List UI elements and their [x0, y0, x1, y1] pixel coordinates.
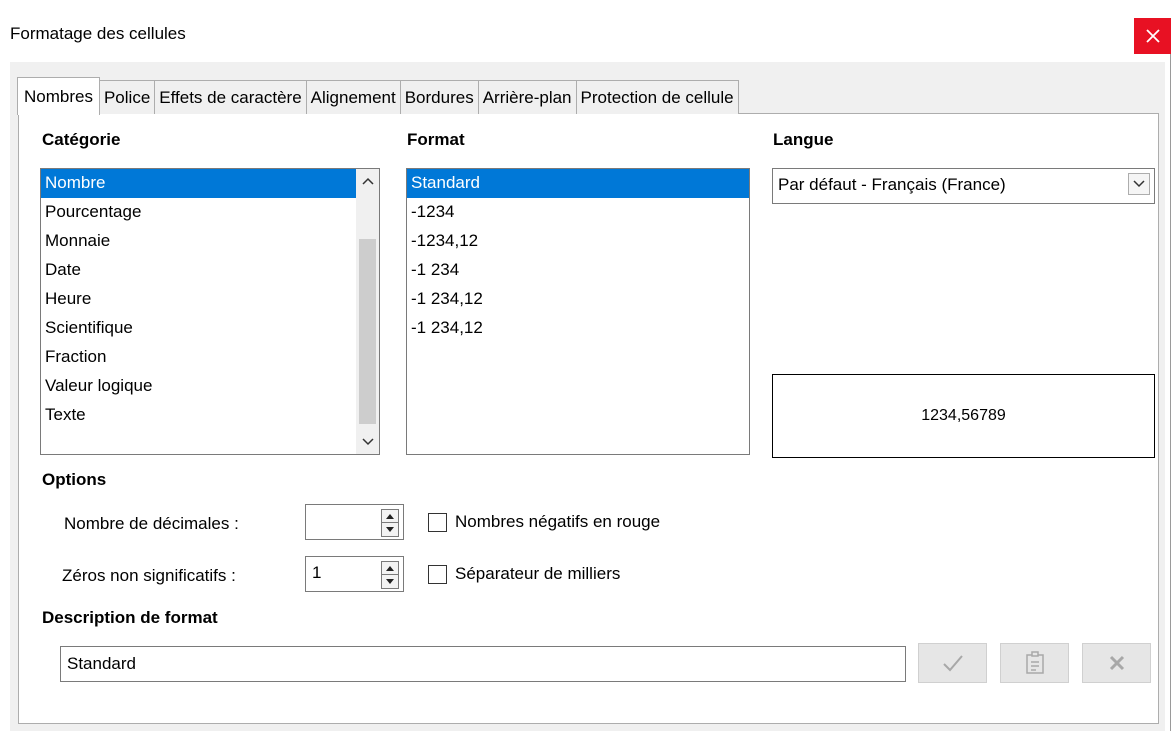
category-scrollbar[interactable]: [356, 169, 379, 454]
category-listbox[interactable]: Nombre Pourcentage Monnaie Date Heure Sc…: [40, 168, 380, 455]
language-select[interactable]: Par défaut - Français (France): [772, 168, 1155, 204]
title-bar[interactable]: Formatage des cellules: [0, 0, 1171, 54]
format-code-input[interactable]: Standard: [60, 646, 906, 682]
delete-icon: [1109, 655, 1124, 671]
spin-up-icon[interactable]: [382, 562, 398, 575]
category-item[interactable]: Nombre: [41, 169, 379, 198]
thousands-separator-option[interactable]: Séparateur de milliers: [428, 564, 620, 584]
format-listbox[interactable]: Standard -1234 -1234,12 -1 234 -1 234,12…: [406, 168, 750, 455]
thousands-separator-label: Séparateur de milliers: [455, 564, 621, 583]
thousands-separator-checkbox[interactable]: [428, 564, 447, 584]
tab-bar: Nombres Police Effets de caractère Align…: [17, 76, 739, 115]
tab-alignement[interactable]: Alignement: [305, 80, 401, 114]
checkmark-icon: [942, 655, 963, 672]
language-select-value: Par défaut - Français (France): [778, 175, 1006, 194]
format-item[interactable]: -1 234,12: [407, 314, 749, 343]
leading-zeros-label: Zéros non significatifs :: [62, 566, 236, 585]
category-item[interactable]: Fraction: [41, 343, 379, 372]
chevron-down-icon[interactable]: [1128, 173, 1150, 195]
leading-zeros-spinner[interactable]: 1: [305, 556, 404, 592]
tab-effets-de-caractere[interactable]: Effets de caractère: [154, 80, 307, 114]
close-button[interactable]: [1134, 18, 1171, 54]
tab-nombres[interactable]: Nombres: [17, 77, 100, 115]
format-item[interactable]: -1 234,12: [407, 285, 749, 314]
accept-button[interactable]: [918, 643, 987, 683]
delete-button[interactable]: [1082, 643, 1151, 683]
category-item[interactable]: Scientifique: [41, 314, 379, 343]
category-item[interactable]: Monnaie: [41, 227, 379, 256]
spin-down-icon[interactable]: [382, 523, 398, 536]
close-icon: [1145, 29, 1160, 43]
tab-arriere-plan[interactable]: Arrière-plan: [477, 80, 577, 114]
format-preview: 1234,56789: [772, 374, 1155, 458]
format-code-heading: Description de format: [42, 608, 218, 627]
leading-zeros-value: 1: [312, 563, 322, 582]
format-code-value: Standard: [67, 654, 136, 673]
comment-icon: [1025, 651, 1044, 674]
options-heading: Options: [42, 470, 107, 489]
add-comment-button[interactable]: [1000, 643, 1069, 683]
category-heading: Catégorie: [42, 130, 121, 149]
dialog-title: Formatage des cellules: [10, 24, 186, 43]
negative-red-option[interactable]: Nombres négatifs en rouge: [428, 512, 660, 532]
decimals-spinner[interactable]: [305, 504, 404, 540]
scroll-thumb[interactable]: [359, 239, 376, 424]
scroll-up-icon[interactable]: [356, 169, 379, 193]
tab-protection-de-cellule[interactable]: Protection de cellule: [575, 80, 739, 114]
negative-red-checkbox[interactable]: [428, 512, 447, 532]
tab-police[interactable]: Police: [98, 80, 156, 114]
format-item[interactable]: -1234: [407, 198, 749, 227]
format-item[interactable]: Standard: [407, 169, 749, 198]
spin-down-icon[interactable]: [382, 575, 398, 588]
preview-value: 1234,56789: [921, 407, 1006, 424]
category-item[interactable]: Valeur logique: [41, 372, 379, 401]
category-item[interactable]: Texte: [41, 401, 379, 430]
category-item[interactable]: Date: [41, 256, 379, 285]
format-cells-dialog: Formatage des cellules Nombres Police Ef…: [0, 0, 1171, 731]
scroll-down-icon[interactable]: [356, 430, 379, 454]
format-item[interactable]: -1 234: [407, 256, 749, 285]
category-item[interactable]: Heure: [41, 285, 379, 314]
language-heading: Langue: [773, 130, 834, 149]
spin-up-icon[interactable]: [382, 510, 398, 523]
decimals-spin-buttons: [381, 509, 399, 537]
decimals-label: Nombre de décimales :: [64, 514, 239, 533]
tab-bordures[interactable]: Bordures: [399, 80, 479, 114]
format-heading: Format: [407, 130, 465, 149]
category-item[interactable]: Pourcentage: [41, 198, 379, 227]
leading-zeros-spin-buttons: [381, 561, 399, 589]
negative-red-label: Nombres négatifs en rouge: [455, 512, 661, 531]
format-item[interactable]: -1234,12: [407, 227, 749, 256]
